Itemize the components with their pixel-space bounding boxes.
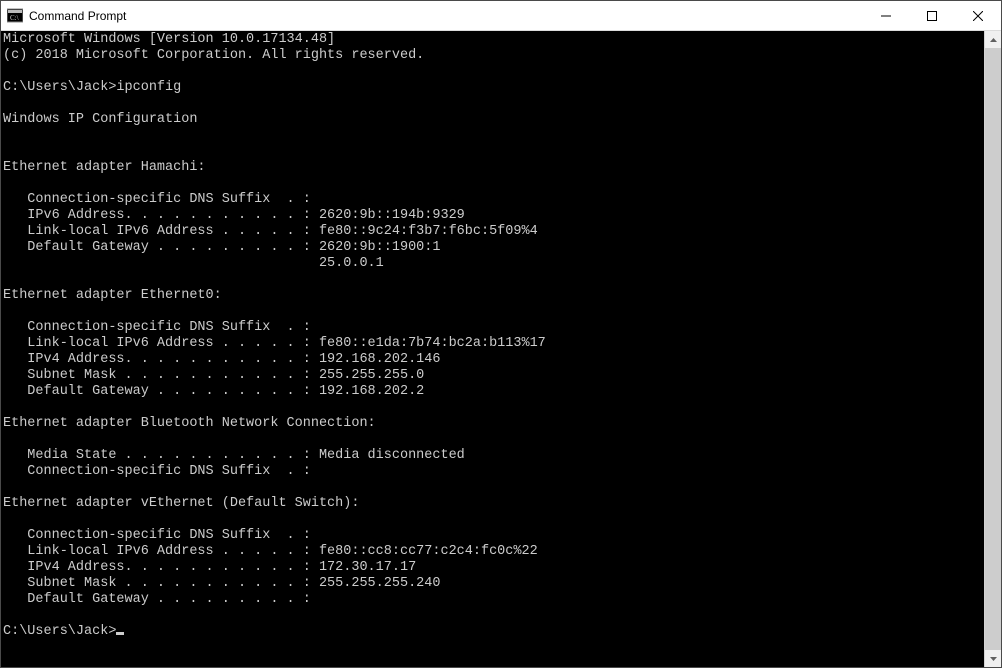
scroll-track[interactable] <box>985 48 1001 650</box>
terminal-output[interactable]: Microsoft Windows [Version 10.0.17134.48… <box>1 31 984 667</box>
client-area: Microsoft Windows [Version 10.0.17134.48… <box>1 31 1001 667</box>
svg-text:C:\: C:\ <box>10 14 19 22</box>
close-button[interactable] <box>955 1 1001 30</box>
titlebar[interactable]: C:\ Command Prompt <box>1 1 1001 31</box>
app-icon: C:\ <box>7 8 23 24</box>
scroll-up-button[interactable] <box>985 31 1001 48</box>
scroll-down-button[interactable] <box>985 650 1001 667</box>
command-prompt-window: C:\ Command Prompt Microsoft Windows [Ve… <box>0 0 1002 668</box>
window-title: Command Prompt <box>29 9 863 23</box>
minimize-button[interactable] <box>863 1 909 30</box>
cursor <box>116 632 124 635</box>
window-controls <box>863 1 1001 30</box>
vertical-scrollbar[interactable] <box>984 31 1001 667</box>
maximize-button[interactable] <box>909 1 955 30</box>
scroll-thumb[interactable] <box>985 48 1001 650</box>
